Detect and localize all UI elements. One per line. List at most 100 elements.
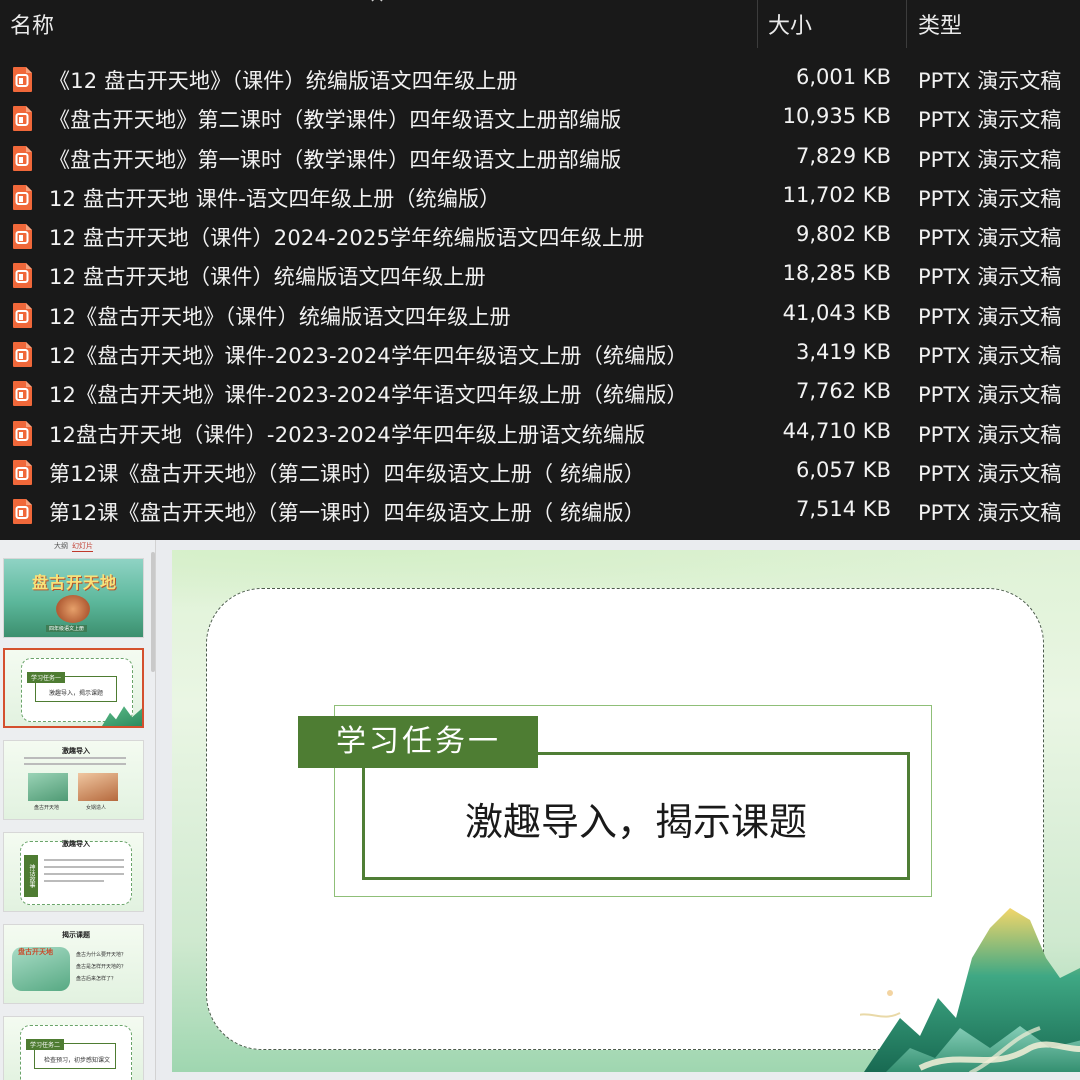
slide-canvas[interactable]: 激趣导入，揭示课题 学习任务一 <box>172 550 1080 1072</box>
thumb-title: 激趣导入 <box>62 747 90 755</box>
thumb-text-line <box>24 763 126 765</box>
file-type: PPTX 演示文稿 <box>918 147 1062 172</box>
thumb-image-right <box>78 773 118 801</box>
file-name: 12盘古开天地（课件）-2023-2024学年四年级上册语文统编版 <box>49 422 646 447</box>
thumb-cover-sub: 四年级语文上册 <box>46 625 88 632</box>
file-size: 18,285 KB <box>782 261 891 286</box>
file-explorer: 名称 大小 类型 《12 盘古开天地》（课件）统编版语文四年级上册 6,001 K… <box>0 0 1080 540</box>
slide-thumbnail-6[interactable]: 学习任务二 检查预习，初步感知课文 <box>3 1016 144 1080</box>
slide-thumbnail-panel: 大纲 幻灯片 盘古开天地 四年级语文上册 学习任务一 激趣导入，揭示课题 激趣导… <box>0 540 156 1080</box>
file-row[interactable]: 12盘古开天地（课件）-2023-2024学年四年级上册语文统编版 44,710 … <box>0 414 1080 453</box>
file-row[interactable]: 12《盘古开天地》课件-2023-2024学年语文四年级上册（统编版） 7,762… <box>0 374 1080 413</box>
file-type: PPTX 演示文稿 <box>918 69 1062 93</box>
file-row[interactable]: 12 盘古开天地（课件）统编版语文四年级上册 18,285 KB PPTX 演示文稿 <box>0 256 1080 295</box>
file-type: PPTX 演示文稿 <box>918 265 1062 290</box>
column-header-name[interactable]: 名称 <box>10 8 54 40</box>
file-name: 12《盘古开天地》课件-2023-2024学年四年级语文上册（统编版） <box>49 344 688 369</box>
thumb-image-left <box>28 773 68 801</box>
thumb-title: 激趣导入 <box>62 840 90 848</box>
pptx-file-icon <box>10 380 34 407</box>
thumb-text-line <box>44 873 124 875</box>
file-size: 10,935 KB <box>782 104 891 129</box>
file-name: 12 盘古开天地 课件-语文四年级上册（统编版） <box>49 186 501 211</box>
column-divider[interactable] <box>906 0 907 48</box>
file-name: 第12课《盘古开天地》（第二课时）四年级语文上册（ 统编版） <box>49 461 645 486</box>
file-size: 11,702 KB <box>782 182 891 207</box>
file-type: PPTX 演示文稿 <box>918 344 1062 369</box>
file-row[interactable]: 《盘古开天地》第一课时（教学课件）四年级语文上册部编版 7,829 KB PPTX … <box>0 139 1080 178</box>
thumb-bullet-3: 盘古后来怎样了？ <box>76 976 117 982</box>
file-name: 《盘古开天地》第一课时（教学课件）四年级语文上册部编版 <box>49 147 622 172</box>
column-divider[interactable] <box>757 0 758 48</box>
thumb-side-title: 盘古开天地 <box>18 948 53 956</box>
file-size: 41,043 KB <box>782 300 891 325</box>
file-row[interactable]: 12《盘古开天地》课件-2023-2024学年四年级语文上册（统编版） 3,419… <box>0 335 1080 374</box>
slide-subtitle[interactable]: 激趣导入，揭示课题 <box>362 752 910 880</box>
thumbnail-scrollbar[interactable] <box>151 552 155 672</box>
tab-outline[interactable]: 大纲 <box>54 541 68 551</box>
pptx-file-icon <box>10 459 34 486</box>
pptx-file-icon <box>10 420 34 447</box>
slide-thumbnail-1[interactable]: 盘古开天地 四年级语文上册 <box>3 558 144 638</box>
file-size: 6,057 KB <box>796 457 891 482</box>
file-row[interactable]: 第12课《盘古开天地》（第一课时）四年级语文上册（ 统编版） 7,514 KB PP… <box>0 492 1080 531</box>
task-label[interactable]: 学习任务一 <box>298 716 538 768</box>
file-name: 12 盘古开天地（课件）统编版语文四年级上册 <box>49 265 486 290</box>
file-size: 7,762 KB <box>796 379 891 404</box>
file-row[interactable]: 《盘古开天地》第二课时（教学课件）四年级语文上册部编版 10,935 KB PPTX… <box>0 99 1080 138</box>
thumb-task-label: 学习任务一 <box>27 672 66 683</box>
file-list: 《12 盘古开天地》（课件）统编版语文四年级上册 6,001 KB PPTX 演示文… <box>0 60 1080 532</box>
column-header-size[interactable]: 大小 <box>768 8 812 40</box>
pptx-file-icon <box>10 341 34 368</box>
file-type: PPTX 演示文稿 <box>918 108 1062 133</box>
file-type: PPTX 演示文稿 <box>918 383 1062 408</box>
pptx-file-icon <box>10 105 34 132</box>
file-size: 6,001 KB <box>796 65 891 89</box>
column-header: 名称 大小 类型 <box>0 0 1080 48</box>
thumb-caption-right: 女娲造人 <box>86 805 107 811</box>
thumb-text-line <box>44 866 124 868</box>
presentation-editor: 大纲 幻灯片 盘古开天地 四年级语文上册 学习任务一 激趣导入，揭示课题 激趣导… <box>0 540 1080 1080</box>
pptx-file-icon <box>10 223 34 250</box>
slide-thumbnail-2[interactable]: 学习任务一 激趣导入，揭示课题 <box>3 648 144 728</box>
thumb-caption-left: 盘古开天地 <box>34 805 60 811</box>
tab-slides[interactable]: 幻灯片 <box>72 541 93 552</box>
thumb-text-line <box>44 880 104 882</box>
file-row[interactable]: 《12 盘古开天地》（课件）统编版语文四年级上册 6,001 KB PPTX 演示文… <box>0 60 1080 99</box>
file-type: PPTX 演示文稿 <box>918 304 1062 329</box>
slide-thumbnail-5[interactable]: 揭示课题 盘古开天地 盘古为什么要开天地？ 盘古是怎样开天地的？ 盘古后来怎样了… <box>3 924 144 1004</box>
slide-thumbnail-4[interactable]: 激趣导入 神话故事 <box>3 832 144 912</box>
file-size: 9,802 KB <box>796 222 891 247</box>
file-row[interactable]: 12 盘古开天地（课件）2024-2025学年统编版语文四年级上册 9,802 K… <box>0 217 1080 256</box>
thumb-text-line <box>24 757 126 759</box>
file-type: PPTX 演示文稿 <box>918 226 1062 251</box>
slide-thumbnail-3[interactable]: 激趣导入 盘古开天地 女娲造人 <box>3 740 144 820</box>
pptx-file-icon <box>10 498 34 525</box>
file-type: PPTX 演示文稿 <box>918 186 1062 211</box>
panel-tabs: 大纲 幻灯片 <box>0 540 155 554</box>
mountain-illustration <box>860 908 1080 1072</box>
file-name: 12《盘古开天地》课件-2023-2024学年语文四年级上册（统编版） <box>49 383 688 408</box>
thumb-task-label: 学习任务二 <box>26 1039 65 1050</box>
file-size: 7,514 KB <box>796 497 891 522</box>
pptx-file-icon <box>10 302 34 329</box>
thumb-task-text: 检查预习，初步感知课文 <box>44 1057 111 1064</box>
column-header-type[interactable]: 类型 <box>918 8 962 40</box>
file-name: 12 盘古开天地（课件）2024-2025学年统编版语文四年级上册 <box>49 226 645 251</box>
file-name: 《12 盘古开天地》（课件）统编版语文四年级上册 <box>49 69 518 93</box>
file-row[interactable]: 12 盘古开天地 课件-语文四年级上册（统编版） 11,702 KB PPTX 演示… <box>0 178 1080 217</box>
pangu-figure-image <box>56 595 90 623</box>
file-row[interactable]: 12《盘古开天地》（课件）统编版语文四年级上册 41,043 KB PPTX 演示文… <box>0 296 1080 335</box>
thumb-cover-title: 盘古开天地 <box>32 573 118 592</box>
file-name: 第12课《盘古开天地》（第一课时）四年级语文上册（ 统编版） <box>49 501 645 526</box>
file-name: 《盘古开天地》第二课时（教学课件）四年级语文上册部编版 <box>49 108 622 133</box>
thumb-title: 揭示课题 <box>62 931 90 939</box>
file-name: 12《盘古开天地》（课件）统编版语文四年级上册 <box>49 304 511 329</box>
pptx-file-icon <box>10 145 34 172</box>
file-row[interactable]: 第12课《盘古开天地》（第二课时）四年级语文上册（ 统编版） 6,057 KB PP… <box>0 453 1080 492</box>
sort-up-icon <box>370 0 384 6</box>
file-type: PPTX 演示文稿 <box>918 422 1062 447</box>
thumb-bullet-2: 盘古是怎样开天地的？ <box>76 964 127 970</box>
thumb-bullet-1: 盘古为什么要开天地？ <box>76 952 127 958</box>
file-size: 7,829 KB <box>796 143 891 168</box>
